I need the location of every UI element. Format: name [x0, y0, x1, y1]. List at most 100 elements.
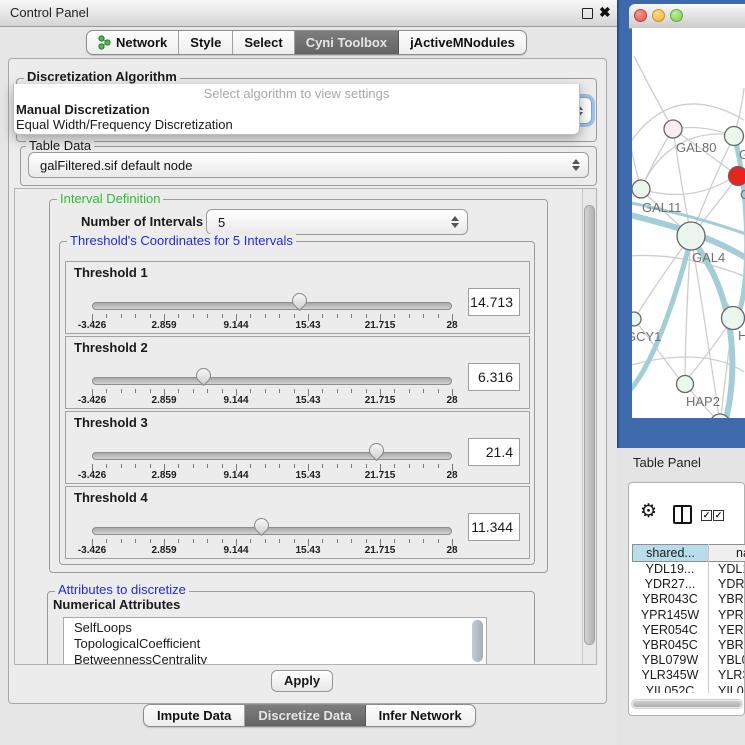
cell-shared-name[interactable]: YBR045C [632, 638, 708, 653]
table-row[interactable]: YPR145W YPR1 [632, 608, 744, 623]
threshold-slider-track[interactable] [92, 377, 452, 385]
cell-name[interactable]: YBR0 [712, 638, 744, 653]
tick-mark [279, 464, 280, 468]
close-traffic-light[interactable] [634, 9, 647, 22]
table-row[interactable]: YLR345W YLR3 [632, 668, 744, 683]
list-scrollbar[interactable] [472, 620, 483, 662]
checkbox-icon[interactable]: ✓ [701, 510, 712, 521]
tick-mark [366, 539, 367, 543]
table-row[interactable]: YIL052C YIL0 [632, 684, 744, 694]
tab-infer-network[interactable]: Infer Network [366, 705, 475, 726]
tab-network[interactable]: Network [87, 31, 179, 54]
cell-name[interactable]: YER0 [712, 623, 744, 638]
numerical-attributes-list[interactable]: SelfLoopsTopologicalCoefficientBetweenne… [63, 617, 487, 665]
combo-arrows-icon [572, 159, 580, 171]
cell-shared-name[interactable]: YDL19... [632, 562, 708, 577]
tab-discretize-data[interactable]: Discretize Data [245, 705, 365, 726]
table-row[interactable]: YDR27... YDR2 [632, 577, 744, 592]
table-row[interactable]: YBL079W YBL0 [632, 653, 744, 668]
tick-mark [294, 389, 295, 393]
tick-mark [178, 464, 179, 468]
close-icon[interactable]: ✖ [599, 4, 611, 21]
table-row[interactable]: YBR045C YBR0 [632, 638, 744, 653]
table-data-combobox[interactable]: galFiltered.sif default node [28, 152, 589, 178]
tab-impute-data[interactable]: Impute Data [144, 705, 245, 726]
tick-mark [265, 539, 266, 543]
tab-style[interactable]: Style [179, 31, 233, 54]
threshold-value-field[interactable]: 21.4 [468, 438, 520, 466]
cell-name[interactable]: YIL0 [712, 684, 744, 694]
cell-shared-name[interactable]: YLR345W [632, 668, 708, 683]
threshold-2-panel: Threshold 2 -3.4262.8599.14415.4321.7152… [65, 336, 530, 409]
network-node[interactable] [677, 222, 705, 250]
column-view-icon[interactable] [673, 505, 692, 524]
cell-name[interactable]: YBL0 [712, 653, 744, 668]
gear-icon[interactable]: ⚙ [640, 500, 657, 523]
column-header-shared-name[interactable]: shared... [632, 544, 709, 562]
threshold-value-field[interactable]: 14.713 [468, 288, 520, 316]
tab-jactivemnodules[interactable]: jActiveMNodules [399, 31, 526, 54]
table-row[interactable]: YDL19... YDL1 [632, 562, 744, 577]
table-body: YDL19...YDL1YDR27...YDR2YBR043CYBR0YPR14… [632, 562, 744, 693]
network-node[interactable] [722, 307, 745, 330]
cell-shared-name[interactable]: YDR27... [632, 577, 708, 592]
tick-mark [150, 314, 151, 318]
cell-shared-name[interactable]: YBL079W [632, 653, 708, 668]
column-header-name[interactable]: na [708, 544, 745, 562]
threshold-slider-track[interactable] [92, 527, 452, 535]
threshold-slider-track[interactable] [92, 302, 452, 310]
tick-label: 15.43 [295, 395, 320, 406]
table-row[interactable]: YER054C YER0 [632, 623, 744, 638]
cell-name[interactable]: YDR2 [712, 577, 744, 592]
tick-mark [409, 314, 410, 318]
dropdown-option-manual[interactable]: Manual Discretization [16, 102, 150, 117]
cell-name[interactable]: YLR3 [712, 668, 744, 683]
tick-mark [178, 389, 179, 393]
network-node[interactable] [677, 376, 694, 393]
horizontal-scrollbar[interactable] [631, 699, 743, 709]
apply-button[interactable]: Apply [271, 670, 333, 692]
threshold-1-panel: Threshold 1 -3.4262.8599.14415.4321.7152… [65, 261, 530, 334]
checkbox-icon[interactable]: ✓ [713, 510, 724, 521]
network-node[interactable] [632, 180, 650, 198]
cell-name[interactable]: YDL1 [712, 562, 744, 577]
tick-mark [265, 314, 266, 318]
cell-name[interactable]: YPR1 [712, 608, 744, 623]
network-canvas[interactable]: GAL80GCGAL11GAL4HGCY1HAP2 [632, 28, 745, 418]
cell-shared-name[interactable]: YIL052C [632, 684, 708, 694]
network-node[interactable] [632, 312, 641, 326]
panel-title: Control Panel [10, 5, 89, 20]
list-item[interactable]: SelfLoops [64, 620, 486, 636]
cell-shared-name[interactable]: YPR145W [632, 608, 708, 623]
minimize-traffic-light[interactable] [652, 9, 665, 22]
tick-mark [409, 464, 410, 468]
dropdown-option-equal-width[interactable]: Equal Width/Frequency Discretization [16, 117, 233, 132]
network-node[interactable] [725, 127, 744, 146]
table-row[interactable]: YBR043C YBR0 [632, 592, 744, 607]
vertical-scrollbar-thumb[interactable] [584, 205, 595, 645]
network-node-label: HAP2 [686, 394, 720, 409]
horizontal-scrollbar-thumb[interactable] [633, 701, 741, 707]
list-item[interactable]: BetweennessCentrality [64, 652, 486, 665]
tick-mark [351, 389, 352, 393]
number-of-intervals-combobox[interactable]: 5 [206, 209, 468, 235]
threshold-value-field[interactable]: 11.344 [468, 513, 520, 541]
tab-cyni-toolbox[interactable]: Cyni Toolbox [295, 31, 399, 54]
float-window-icon[interactable] [582, 8, 593, 19]
threshold-label: Threshold 3 [74, 415, 148, 430]
threshold-slider-track[interactable] [92, 452, 452, 460]
tab-select[interactable]: Select [233, 31, 294, 54]
network-node[interactable] [664, 120, 682, 138]
network-node[interactable] [729, 167, 745, 186]
list-item[interactable]: TopologicalCoefficient [64, 636, 486, 652]
cell-shared-name[interactable]: YBR043C [632, 592, 708, 607]
threshold-value-field[interactable]: 6.316 [468, 363, 520, 391]
vertical-scrollbar[interactable] [582, 189, 597, 664]
cell-shared-name[interactable]: YER054C [632, 623, 708, 638]
dropdown-prompt-item[interactable]: Select algorithm to view settings [14, 86, 579, 101]
cell-name[interactable]: YBR0 [712, 592, 744, 607]
tick-mark [294, 314, 295, 318]
tick-mark [394, 389, 395, 393]
tick-mark [150, 389, 151, 393]
zoom-traffic-light[interactable] [670, 9, 683, 22]
